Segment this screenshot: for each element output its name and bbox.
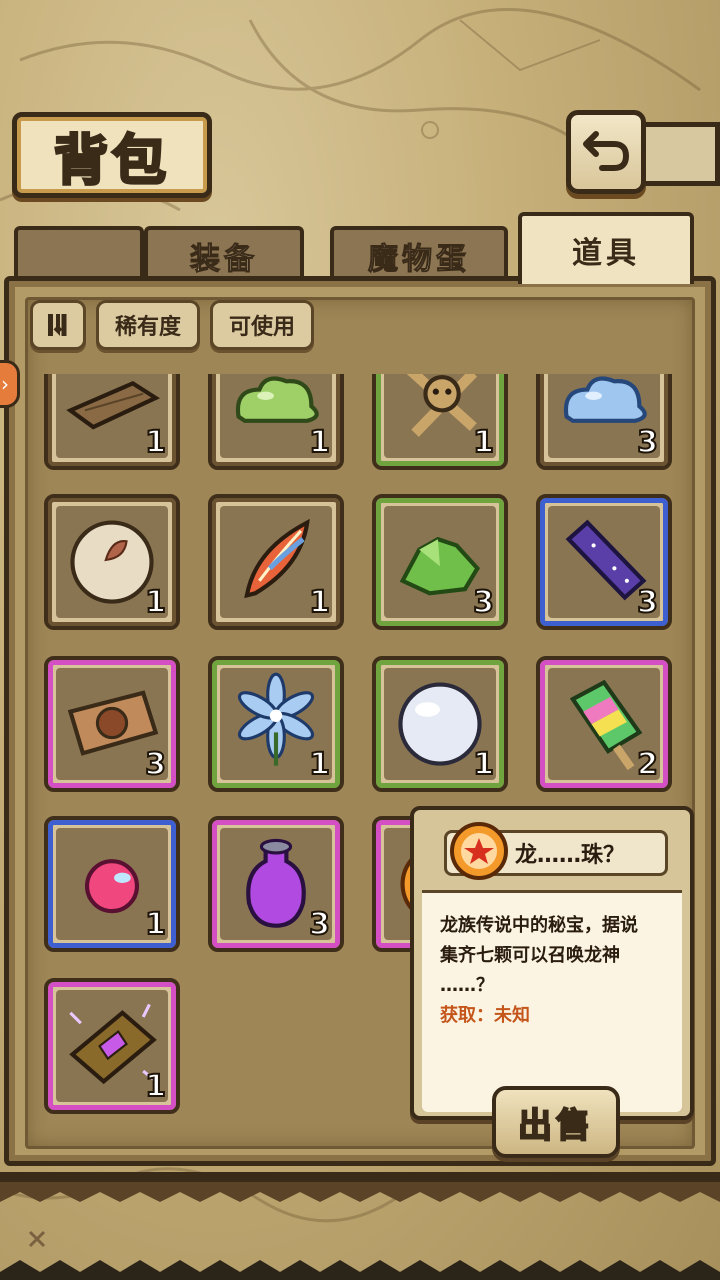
item-count: 3: [144, 746, 167, 783]
return-arrow-icon: [583, 131, 630, 171]
item-tooltip: 龙……珠？ 龙族传说中的秘宝，据说 集齐七颗可以召唤龙神 ……？ 获取：未知 出…: [410, 806, 694, 1158]
item-count: 1: [144, 424, 167, 461]
item-slot[interactable]: 3: [372, 494, 508, 630]
item-slot[interactable]: 3: [208, 816, 344, 952]
tooltip-description-line: 龙族传说中的秘宝，据说: [440, 915, 638, 936]
item-slot[interactable]: 3: [44, 656, 180, 792]
page-title-plate: 背包: [12, 112, 212, 198]
tab-equipment[interactable]: 装备: [144, 226, 304, 282]
item-slot[interactable]: 1: [208, 374, 344, 470]
tab-blank: [14, 226, 144, 282]
side-expand-arrow-icon[interactable]: ›: [0, 360, 20, 408]
tooltip-description-line: ……？: [440, 975, 494, 996]
usable-filter-button[interactable]: 可使用: [210, 300, 314, 350]
tab-bar: 装备 魔物蛋 道具: [14, 212, 706, 284]
item-slot[interactable]: 1: [208, 494, 344, 630]
item-slot[interactable]: 3: [536, 494, 672, 630]
back-button[interactable]: [566, 110, 646, 194]
item-count: 3: [636, 584, 659, 621]
inventory-screen: 背包 装备 魔物蛋 道具 › 稀有度 可使用 1 1 1 3 1 1 3 3 3…: [0, 0, 720, 1280]
item-count: 3: [636, 424, 659, 461]
sort-toggle-icon: [48, 314, 67, 336]
tooltip-source: 获取：未知: [440, 1005, 530, 1026]
item-slot[interactable]: 3: [536, 374, 672, 470]
item-slot[interactable]: 1: [372, 656, 508, 792]
back-button-tail: [640, 122, 720, 186]
item-slot[interactable]: 1: [44, 978, 180, 1114]
item-count: 3: [472, 584, 495, 621]
dragon-ball-icon: [450, 822, 508, 880]
sell-button[interactable]: 出售: [492, 1086, 620, 1158]
item-count: 1: [308, 424, 331, 461]
item-slot[interactable]: 1: [44, 374, 180, 470]
filter-bar: 稀有度 可使用: [30, 300, 314, 350]
tooltip-body: 龙族传说中的秘宝，据说 集齐七颗可以召唤龙神 ……？ 获取：未知: [422, 890, 682, 1112]
bottom-border-decoration: [0, 1172, 720, 1280]
tooltip-description-line: 集齐七颗可以召唤龙神: [440, 945, 620, 966]
page-title: 背包: [53, 126, 170, 193]
item-count: 2: [636, 746, 659, 783]
item-slot[interactable]: 1: [44, 494, 180, 630]
item-count: 1: [472, 424, 495, 461]
item-slot[interactable]: 1: [372, 374, 508, 470]
item-slot[interactable]: 1: [208, 656, 344, 792]
item-count: 1: [144, 906, 167, 943]
rarity-filter-button[interactable]: 稀有度: [96, 300, 200, 350]
item-count: 1: [308, 746, 331, 783]
tab-items[interactable]: 道具: [518, 212, 694, 284]
item-slot[interactable]: 2: [536, 656, 672, 792]
tab-monster-eggs[interactable]: 魔物蛋: [330, 226, 508, 282]
item-count: 3: [308, 906, 331, 943]
item-slot[interactable]: 1: [44, 816, 180, 952]
item-count: 1: [144, 584, 167, 621]
item-count: 1: [144, 1068, 167, 1105]
item-count: 1: [308, 584, 331, 621]
item-count: 1: [472, 746, 495, 783]
sort-toggle-button[interactable]: [30, 300, 86, 350]
